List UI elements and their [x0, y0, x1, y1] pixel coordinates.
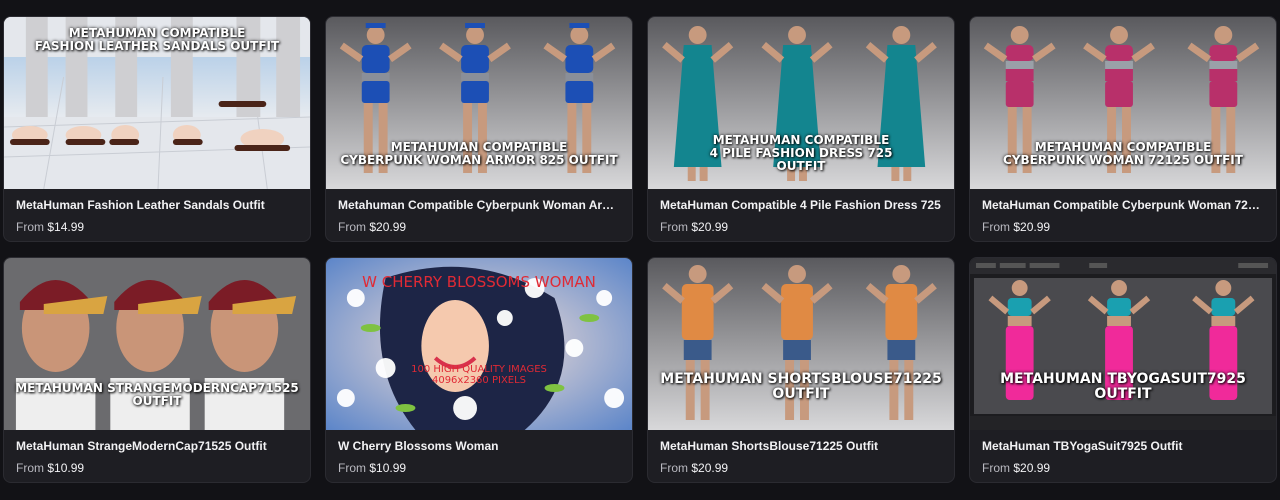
- product-thumbnail[interactable]: METAHUMAN SHORTSBLOUSE71225 OUTFIT: [648, 258, 954, 430]
- product-card[interactable]: METAHUMAN TBYOGASUIT7925 OUTFIT MetaHuma…: [969, 257, 1277, 483]
- price-amount: $14.99: [47, 220, 85, 234]
- price-amount: $20.99: [369, 220, 407, 234]
- price-prefix: From: [338, 220, 366, 234]
- price-prefix: From: [660, 220, 688, 234]
- price-prefix: From: [338, 461, 366, 475]
- price-prefix: From: [982, 220, 1010, 234]
- thumbnail-caption: METAHUMAN SHORTSBLOUSE71225 OUTFIT: [660, 371, 942, 403]
- product-thumbnail[interactable]: METAHUMAN COMPATIBLE 4 PILE FASHION DRES…: [648, 17, 954, 189]
- price-amount: $20.99: [691, 220, 729, 234]
- price-prefix: From: [660, 461, 688, 475]
- product-thumbnail[interactable]: METAHUMAN TBYOGASUIT7925 OUTFIT: [970, 258, 1276, 430]
- product-title[interactable]: MetaHuman Compatible Cyberpunk Woman 721…: [982, 198, 1266, 212]
- product-title[interactable]: MetaHuman TBYogaSuit7925 Outfit: [982, 439, 1266, 453]
- thumbnail-caption: METAHUMAN TBYOGASUIT7925 OUTFIT: [1000, 371, 1246, 403]
- price-amount: $20.99: [691, 461, 729, 475]
- product-thumbnail[interactable]: W CHERRY BLOSSOMS WOMAN 100 HIGH QUALITY…: [326, 258, 632, 430]
- product-card[interactable]: METAHUMAN COMPATIBLE FASHION LEATHER SAN…: [3, 16, 311, 242]
- product-card[interactable]: METAHUMAN SHORTSBLOUSE71225 OUTFIT MetaH…: [647, 257, 955, 483]
- product-price: From $20.99: [338, 220, 622, 234]
- product-grid: METAHUMAN COMPATIBLE FASHION LEATHER SAN…: [0, 0, 1280, 500]
- product-card[interactable]: METAHUMAN COMPATIBLE CYBERPUNK WOMAN ARM…: [325, 16, 633, 242]
- price-prefix: From: [16, 220, 44, 234]
- product-title[interactable]: MetaHuman ShortsBlouse71225 Outfit: [660, 439, 944, 453]
- thumbnail-subcaption: 100 HIGH QUALITY IMAGES 4096x2360 PIXELS: [411, 364, 547, 386]
- product-price: From $20.99: [982, 461, 1266, 475]
- price-amount: $20.99: [1013, 461, 1051, 475]
- thumbnail-caption: W CHERRY BLOSSOMS WOMAN: [362, 273, 596, 291]
- price-prefix: From: [982, 461, 1010, 475]
- thumbnail-caption: METAHUMAN COMPATIBLE 4 PILE FASHION DRES…: [709, 133, 893, 174]
- product-price: From $20.99: [982, 220, 1266, 234]
- shorts-blouse-image: [648, 258, 954, 430]
- product-card[interactable]: W CHERRY BLOSSOMS WOMAN 100 HIGH QUALITY…: [325, 257, 633, 483]
- product-thumbnail[interactable]: METAHUMAN COMPATIBLE FASHION LEATHER SAN…: [4, 17, 310, 189]
- product-price: From $10.99: [338, 461, 622, 475]
- product-thumbnail[interactable]: METAHUMAN COMPATIBLE CYBERPUNK WOMAN 721…: [970, 17, 1276, 189]
- price-prefix: From: [16, 461, 44, 475]
- product-title[interactable]: MetaHuman Fashion Leather Sandals Outfit: [16, 198, 300, 212]
- product-price: From $20.99: [660, 461, 944, 475]
- price-amount: $20.99: [1013, 220, 1051, 234]
- product-title[interactable]: MetaHuman Compatible 4 Pile Fashion Dres…: [660, 198, 944, 212]
- price-amount: $10.99: [47, 461, 85, 475]
- product-card[interactable]: METAHUMAN COMPATIBLE CYBERPUNK WOMAN 721…: [969, 16, 1277, 242]
- thumbnail-caption: METAHUMAN COMPATIBLE CYBERPUNK WOMAN 721…: [1003, 140, 1243, 168]
- product-title[interactable]: W Cherry Blossoms Woman: [338, 439, 622, 453]
- product-thumbnail[interactable]: METAHUMAN STRANGEMODERNCAP71525 OUTFIT: [4, 258, 310, 430]
- thumbnail-caption: METAHUMAN COMPATIBLE FASHION LEATHER SAN…: [34, 26, 280, 54]
- product-card[interactable]: METAHUMAN COMPATIBLE 4 PILE FASHION DRES…: [647, 16, 955, 242]
- thumbnail-caption: METAHUMAN COMPATIBLE CYBERPUNK WOMAN ARM…: [340, 140, 618, 168]
- thumbnail-caption: METAHUMAN STRANGEMODERNCAP71525 OUTFIT: [15, 381, 299, 409]
- product-price: From $20.99: [660, 220, 944, 234]
- product-price: From $14.99: [16, 220, 300, 234]
- yoga-suit-image: [970, 258, 1276, 430]
- product-title[interactable]: MetaHuman StrangeModernCap71525 Outfit: [16, 439, 300, 453]
- product-price: From $10.99: [16, 461, 300, 475]
- price-amount: $10.99: [369, 461, 407, 475]
- product-card[interactable]: METAHUMAN STRANGEMODERNCAP71525 OUTFIT M…: [3, 257, 311, 483]
- product-title[interactable]: Metahuman Compatible Cyberpunk Woman Arm…: [338, 198, 622, 212]
- product-thumbnail[interactable]: METAHUMAN COMPATIBLE CYBERPUNK WOMAN ARM…: [326, 17, 632, 189]
